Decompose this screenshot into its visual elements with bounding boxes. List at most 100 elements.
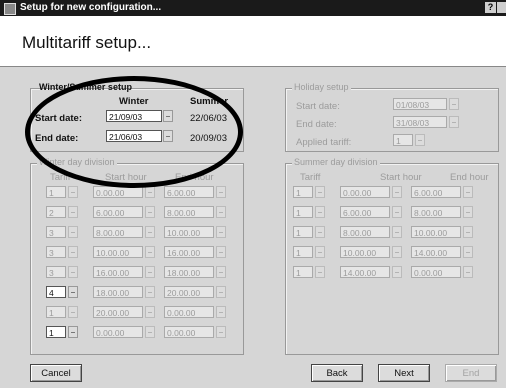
window-title: Setup for new configuration...: [20, 2, 162, 13]
start-hour-spinner[interactable]: [392, 266, 402, 278]
end-hour-input[interactable]: 6.00.00: [164, 186, 214, 198]
tariff-spinner[interactable]: [68, 266, 78, 278]
end-hour-spinner[interactable]: [463, 206, 473, 218]
app-icon: [4, 3, 16, 15]
start-hour-input[interactable]: 20.00.00: [93, 306, 143, 318]
start-hour-spinner[interactable]: [145, 286, 155, 298]
start-hour-input[interactable]: 6.00.00: [340, 206, 390, 218]
tariff-input[interactable]: 2: [46, 206, 66, 218]
end-hour-spinner[interactable]: [463, 266, 473, 278]
end-hour-input[interactable]: 0.00.00: [164, 326, 214, 338]
end-hour-spinner[interactable]: [216, 266, 226, 278]
start-hour-input[interactable]: 0.00.00: [93, 326, 143, 338]
winter-start-date-input[interactable]: 21/09/03: [106, 110, 162, 122]
tariff-input[interactable]: 1: [293, 266, 313, 278]
applied-tariff-input[interactable]: 1: [393, 134, 413, 146]
tariff-input[interactable]: 1: [46, 326, 66, 338]
tariff-spinner[interactable]: [68, 286, 78, 298]
tariff-spinner[interactable]: [68, 226, 78, 238]
end-hour-spinner[interactable]: [216, 186, 226, 198]
start-hour-spinner[interactable]: [145, 206, 155, 218]
tariff-spinner[interactable]: [315, 206, 325, 218]
holiday-start-label: Start date:: [296, 101, 340, 112]
start-hour-spinner[interactable]: [392, 226, 402, 238]
tariff-input[interactable]: 1: [46, 186, 66, 198]
winter-tariff-header: Tariff: [50, 172, 71, 183]
winter-start-date-spinner[interactable]: [163, 110, 173, 122]
start-hour-spinner[interactable]: [145, 226, 155, 238]
start-hour-spinner[interactable]: [145, 326, 155, 338]
end-hour-input[interactable]: 8.00.00: [164, 206, 214, 218]
tariff-input[interactable]: 1: [293, 226, 313, 238]
tariff-spinner[interactable]: [315, 186, 325, 198]
start-hour-spinner[interactable]: [392, 186, 402, 198]
end-hour-spinner[interactable]: [463, 186, 473, 198]
holiday-start-input[interactable]: 01/08/03: [393, 98, 447, 110]
tariff-input[interactable]: 1: [293, 206, 313, 218]
start-hour-spinner[interactable]: [392, 206, 402, 218]
tariff-spinner[interactable]: [68, 186, 78, 198]
start-hour-input[interactable]: 0.00.00: [93, 186, 143, 198]
winter-end-date-input[interactable]: 21/06/03: [106, 130, 162, 142]
tariff-input[interactable]: 1: [46, 306, 66, 318]
back-button[interactable]: Back: [311, 364, 363, 382]
start-hour-input[interactable]: 8.00.00: [93, 226, 143, 238]
end-hour-spinner[interactable]: [463, 246, 473, 258]
start-hour-spinner[interactable]: [392, 246, 402, 258]
end-hour-input[interactable]: 10.00.00: [411, 226, 461, 238]
start-hour-spinner[interactable]: [145, 246, 155, 258]
start-hour-spinner[interactable]: [145, 266, 155, 278]
tariff-spinner[interactable]: [315, 246, 325, 258]
start-hour-input[interactable]: 16.00.00: [93, 266, 143, 278]
end-hour-input[interactable]: 0.00.00: [164, 306, 214, 318]
tariff-spinner[interactable]: [315, 266, 325, 278]
tariff-spinner[interactable]: [68, 326, 78, 338]
tariff-spinner[interactable]: [68, 306, 78, 318]
start-hour-input[interactable]: 0.00.00: [340, 186, 390, 198]
end-hour-spinner[interactable]: [216, 306, 226, 318]
start-hour-input[interactable]: 10.00.00: [340, 246, 390, 258]
winter-column-header: Winter: [119, 96, 149, 107]
tariff-input[interactable]: 3: [46, 226, 66, 238]
tariff-input[interactable]: 4: [46, 286, 66, 298]
end-hour-spinner[interactable]: [216, 246, 226, 258]
end-hour-input[interactable]: 16.00.00: [164, 246, 214, 258]
tariff-input[interactable]: 1: [293, 246, 313, 258]
end-hour-spinner[interactable]: [216, 226, 226, 238]
end-hour-input[interactable]: 6.00.00: [411, 186, 461, 198]
tariff-spinner[interactable]: [68, 206, 78, 218]
end-hour-input[interactable]: 8.00.00: [411, 206, 461, 218]
tariff-input[interactable]: 1: [293, 186, 313, 198]
start-hour-input[interactable]: 6.00.00: [93, 206, 143, 218]
start-hour-input[interactable]: 10.00.00: [93, 246, 143, 258]
tariff-input[interactable]: 3: [46, 266, 66, 278]
end-hour-spinner[interactable]: [216, 206, 226, 218]
end-button[interactable]: End: [445, 364, 497, 382]
start-hour-input[interactable]: 8.00.00: [340, 226, 390, 238]
holiday-end-spinner[interactable]: [449, 116, 459, 128]
end-hour-input[interactable]: 18.00.00: [164, 266, 214, 278]
end-hour-input[interactable]: 14.00.00: [411, 246, 461, 258]
holiday-end-input[interactable]: 31/08/03: [393, 116, 447, 128]
start-hour-input[interactable]: 14.00.00: [340, 266, 390, 278]
cancel-button[interactable]: Cancel: [30, 364, 82, 382]
next-button[interactable]: Next: [378, 364, 430, 382]
end-hour-spinner[interactable]: [463, 226, 473, 238]
winter-summer-legend: Winter/Summer setup: [39, 82, 132, 92]
start-hour-spinner[interactable]: [145, 306, 155, 318]
close-button[interactable]: [497, 2, 506, 13]
end-hour-input[interactable]: 20.00.00: [164, 286, 214, 298]
end-hour-spinner[interactable]: [216, 326, 226, 338]
applied-tariff-spinner[interactable]: [415, 134, 425, 146]
end-hour-input[interactable]: 10.00.00: [164, 226, 214, 238]
holiday-start-spinner[interactable]: [449, 98, 459, 110]
start-hour-input[interactable]: 18.00.00: [93, 286, 143, 298]
end-hour-input[interactable]: 0.00.00: [411, 266, 461, 278]
tariff-spinner[interactable]: [68, 246, 78, 258]
tariff-input[interactable]: 3: [46, 246, 66, 258]
tariff-spinner[interactable]: [315, 226, 325, 238]
help-button[interactable]: ?: [485, 2, 496, 13]
end-hour-spinner[interactable]: [216, 286, 226, 298]
start-hour-spinner[interactable]: [145, 186, 155, 198]
winter-end-date-spinner[interactable]: [163, 130, 173, 142]
